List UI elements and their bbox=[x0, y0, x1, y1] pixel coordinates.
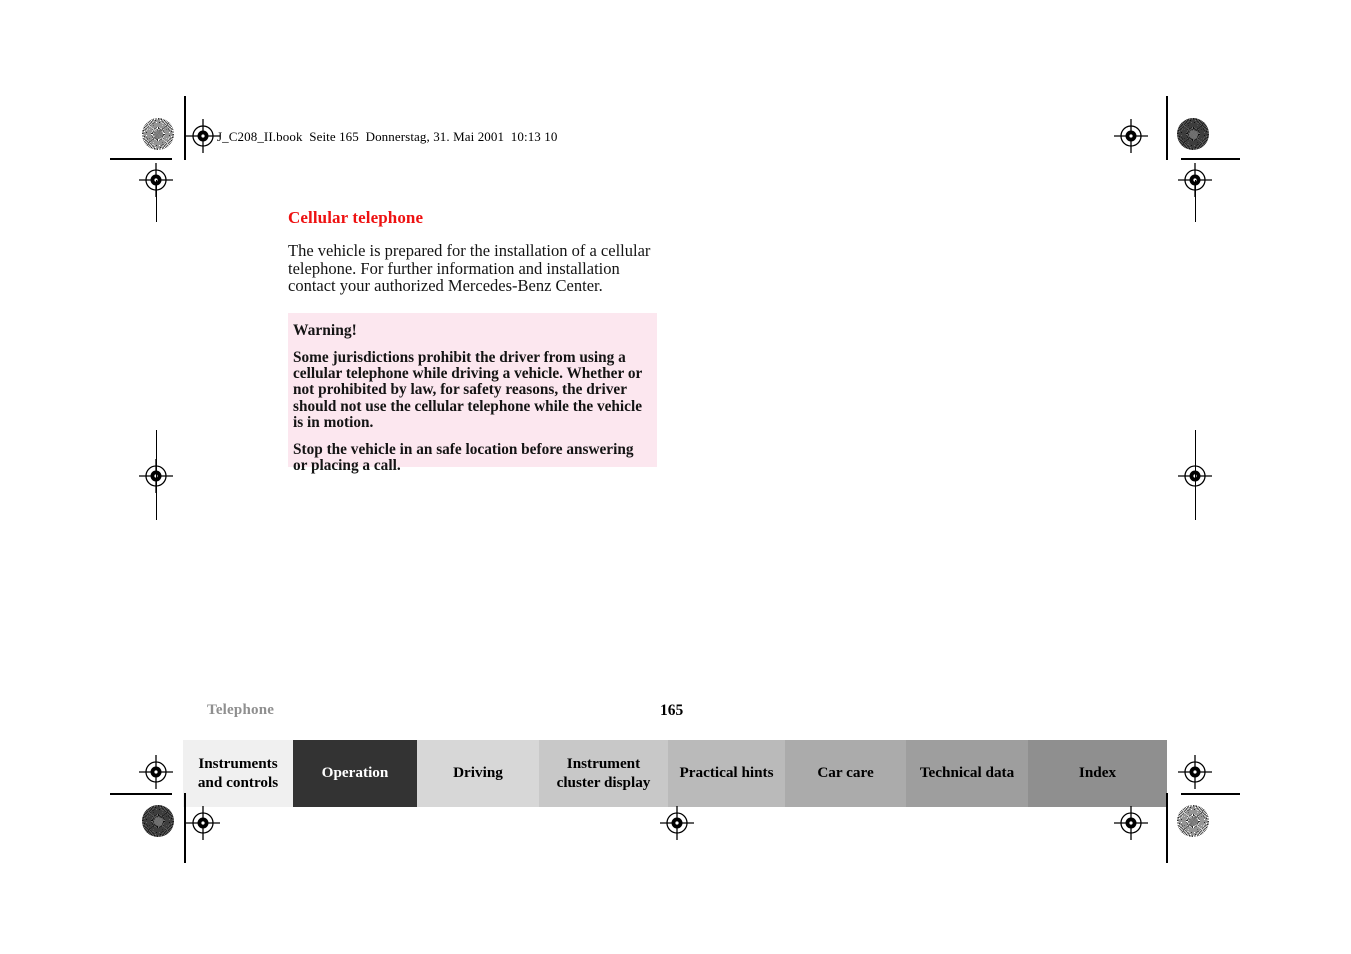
registration-crosshair-bottom-left-upper-icon bbox=[139, 755, 173, 789]
article-content: Cellular telephone The vehicle is prepar… bbox=[288, 208, 668, 295]
chapter-tab-label: Technical data bbox=[919, 764, 1015, 782]
chapter-tab-label: Instruments and controls bbox=[197, 755, 279, 791]
warning-paragraph-2: Stop the vehicle in an safe location bef… bbox=[293, 441, 634, 475]
trim-tick-mid-right bbox=[1194, 430, 1196, 520]
trim-line-bottom-left-horizontal bbox=[110, 793, 172, 795]
chapter-tab-instruments-and-controls[interactable]: Instruments and controls bbox=[183, 740, 293, 807]
trim-line-bottom-right-vertical bbox=[1166, 793, 1168, 863]
intro-paragraph: The vehicle is prepared for the installa… bbox=[288, 241, 651, 296]
registration-crosshair-bottom-right-upper-icon bbox=[1178, 755, 1212, 789]
trim-line-top-right-horizontal bbox=[1181, 158, 1240, 160]
chapter-tab-car-care[interactable]: Car care bbox=[785, 740, 906, 807]
chapter-tab-label: Instrument cluster display bbox=[556, 755, 651, 791]
registration-crosshair-bottom-right-lower-icon bbox=[1114, 806, 1148, 840]
chapter-tab-label: Index bbox=[1078, 764, 1117, 782]
chapter-tab-operation[interactable]: Operation bbox=[293, 740, 417, 807]
warning-title: Warning! bbox=[293, 322, 357, 339]
page-title: Cellular telephone bbox=[288, 208, 424, 227]
registration-crosshair-bottom-left-lower-icon bbox=[186, 806, 220, 840]
registration-crosshair-top-left-upper-icon bbox=[186, 119, 220, 153]
chapter-tab-bar: Instruments and controls Operation Driving… bbox=[183, 740, 1177, 807]
trim-line-bottom-right-horizontal bbox=[1181, 793, 1240, 795]
chapter-tab-label: Car care bbox=[817, 764, 874, 782]
chapter-tab-label: Operation bbox=[321, 764, 389, 782]
warning-callout-box: Warning! Some jurisdictions prohibit the… bbox=[288, 313, 657, 474]
chapter-tab-driving[interactable]: Driving bbox=[417, 740, 539, 807]
chapter-tab-label: Driving bbox=[453, 764, 503, 782]
registration-rosette-bottom-left-icon bbox=[142, 805, 174, 837]
page-number: 165 bbox=[660, 702, 684, 719]
book-slug-line: J_C208_II.book Seite 165 Donnerstag, 31.… bbox=[217, 129, 558, 144]
registration-rosette-bottom-right-icon bbox=[1177, 805, 1209, 837]
footer-section-label: Telephone bbox=[207, 702, 275, 718]
registration-crosshair-top-right-upper-icon bbox=[1114, 119, 1148, 153]
chapter-tab-label: Practical hints bbox=[679, 764, 774, 782]
chapter-tab-index[interactable]: Index bbox=[1028, 740, 1167, 807]
registration-rosette-top-right-icon bbox=[1177, 118, 1209, 150]
document-page: J_C208_II.book Seite 165 Donnerstag, 31.… bbox=[0, 0, 1351, 954]
trim-line-top-right-vertical bbox=[1166, 96, 1168, 160]
registration-crosshair-bottom-center-icon bbox=[660, 806, 694, 840]
chapter-tab-instrument-cluster-display[interactable]: Instrument cluster display bbox=[539, 740, 668, 807]
trim-line-top-left-horizontal bbox=[110, 158, 172, 160]
trim-tick-top-right-down bbox=[1194, 180, 1196, 222]
chapter-tab-practical-hints[interactable]: Practical hints bbox=[668, 740, 785, 807]
trim-tick-top-left-down bbox=[155, 180, 157, 222]
registration-rosette-top-left-icon bbox=[142, 118, 174, 150]
chapter-tab-technical-data[interactable]: Technical data bbox=[906, 740, 1028, 807]
trim-tick-mid-left bbox=[155, 430, 157, 520]
warning-paragraph-1: Some jurisdictions prohibit the driver f… bbox=[293, 349, 642, 431]
